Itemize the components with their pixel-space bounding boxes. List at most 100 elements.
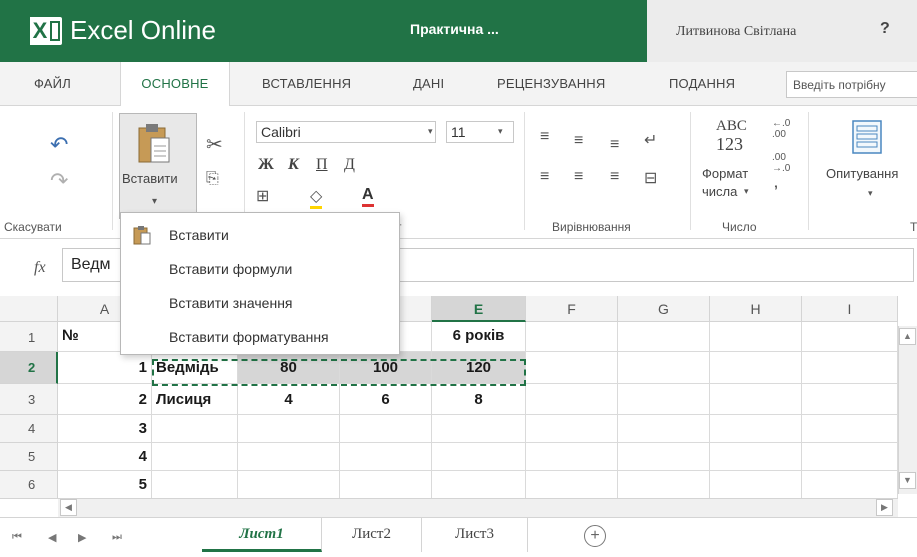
cell-h2[interactable] — [710, 352, 802, 384]
align-middle-icon[interactable]: ≡ — [574, 132, 583, 150]
scroll-right-icon[interactable]: ▶ — [876, 499, 893, 516]
cell-f5[interactable] — [526, 443, 618, 471]
cell-c4[interactable] — [238, 415, 340, 443]
cell-e6[interactable] — [432, 471, 526, 499]
sheet-tab-1[interactable]: Лист1 — [202, 518, 322, 552]
cell-e4[interactable] — [432, 415, 526, 443]
tab-insert[interactable]: ВСТАВЛЕННЯ — [262, 76, 351, 91]
cell-d6[interactable] — [340, 471, 432, 499]
cell-f1[interactable] — [526, 322, 618, 352]
tab-view[interactable]: ПОДАННЯ — [669, 76, 735, 91]
cell-e5[interactable] — [432, 443, 526, 471]
redo-icon[interactable]: ↷ — [50, 168, 68, 194]
cell-i6[interactable] — [802, 471, 898, 499]
decrease-decimal-icon[interactable]: .00 →.0 — [772, 152, 790, 174]
cell-a5[interactable]: 4 — [58, 443, 152, 471]
font-color-icon[interactable]: A — [362, 186, 374, 207]
cell-c5[interactable] — [238, 443, 340, 471]
tell-me-input[interactable]: Введіть потрібну — [786, 71, 917, 98]
menu-item-paste-values[interactable]: Вставити значення — [169, 295, 293, 311]
last-sheet-icon[interactable]: ⏭ — [112, 531, 122, 544]
cell-f6[interactable] — [526, 471, 618, 499]
row-header-5[interactable]: 5 — [0, 443, 58, 471]
cell-f2[interactable] — [526, 352, 618, 384]
cell-a3[interactable]: 2 — [58, 384, 152, 415]
cell-i5[interactable] — [802, 443, 898, 471]
paste-button[interactable]: Вставити ▾ — [119, 113, 197, 219]
chevron-down-icon[interactable]: ▾ — [868, 188, 873, 199]
sheet-tab-3[interactable]: Лист3 — [422, 518, 528, 552]
cell-d5[interactable] — [340, 443, 432, 471]
column-header-i[interactable]: I — [802, 296, 898, 322]
cell-b5[interactable] — [152, 443, 238, 471]
cell-g5[interactable] — [618, 443, 710, 471]
font-name-select[interactable]: Calibri — [256, 121, 436, 143]
cell-e1[interactable]: 6 років — [432, 322, 526, 352]
number-format-label-2[interactable]: числа — [702, 184, 737, 199]
user-name[interactable]: Литвинова Світлана — [676, 24, 796, 40]
menu-item-paste-formatting[interactable]: Вставити форматування — [169, 329, 329, 345]
row-header-6[interactable]: 6 — [0, 471, 58, 499]
cell-i2[interactable] — [802, 352, 898, 384]
cell-b4[interactable] — [152, 415, 238, 443]
select-all-corner[interactable] — [0, 296, 58, 322]
cell-f4[interactable] — [526, 415, 618, 443]
cell-g2[interactable] — [618, 352, 710, 384]
number-format-label-1[interactable]: Формат — [702, 166, 748, 181]
comma-style-icon[interactable]: ’ — [774, 182, 778, 198]
app-title[interactable]: Excel Online — [70, 12, 216, 48]
survey-button[interactable]: Опитування — [826, 166, 898, 181]
increase-decimal-icon[interactable]: ←.0.00 — [772, 118, 790, 140]
cell-h5[interactable] — [710, 443, 802, 471]
cell-a6[interactable]: 5 — [58, 471, 152, 499]
menu-item-paste-formulas[interactable]: Вставити формули — [169, 261, 292, 277]
function-icon[interactable]: fx — [34, 259, 46, 277]
cell-i1[interactable] — [802, 322, 898, 352]
menu-item-paste[interactable]: Вставити — [169, 227, 229, 243]
cell-d4[interactable] — [340, 415, 432, 443]
tab-review[interactable]: РЕЦЕНЗУВАННЯ — [497, 76, 605, 91]
cell-h4[interactable] — [710, 415, 802, 443]
cell-g3[interactable] — [618, 384, 710, 415]
cell-c2[interactable]: 80 — [238, 352, 340, 384]
cell-g1[interactable] — [618, 322, 710, 352]
align-center-icon[interactable]: ≡ — [574, 168, 583, 186]
cell-h3[interactable] — [710, 384, 802, 415]
next-sheet-icon[interactable]: ▶ — [78, 531, 86, 544]
cell-b3[interactable]: Лисиця — [152, 384, 238, 415]
cell-i3[interactable] — [802, 384, 898, 415]
row-header-2[interactable]: 2 — [0, 352, 58, 384]
scroll-left-icon[interactable]: ◀ — [60, 499, 77, 516]
cell-e2[interactable]: 120 — [432, 352, 526, 384]
horizontal-scrollbar[interactable]: ◀ ▶ — [58, 498, 898, 517]
align-top-icon[interactable]: ≡ — [540, 128, 549, 146]
tab-data[interactable]: ДАНІ — [413, 76, 444, 91]
cell-i4[interactable] — [802, 415, 898, 443]
font-dropdown-icon[interactable]: ▾ — [428, 126, 433, 137]
chevron-down-icon[interactable]: ▾ — [744, 186, 749, 197]
double-underline-button[interactable]: Д — [344, 156, 355, 174]
first-sheet-icon[interactable]: ⏮ — [12, 531, 22, 544]
bold-button[interactable]: Ж — [258, 156, 274, 174]
previous-sheet-icon[interactable]: ◀ — [48, 531, 56, 544]
cell-g6[interactable] — [618, 471, 710, 499]
size-dropdown-icon[interactable]: ▾ — [498, 126, 503, 137]
survey-icon[interactable] — [852, 120, 882, 154]
align-right-icon[interactable]: ≡ — [610, 168, 619, 186]
cell-c3[interactable]: 4 — [238, 384, 340, 415]
cell-g4[interactable] — [618, 415, 710, 443]
cell-d2[interactable]: 100 — [340, 352, 432, 384]
underline-button[interactable]: П — [316, 156, 328, 174]
merge-center-icon[interactable]: ⊟ — [644, 168, 657, 188]
column-header-h[interactable]: H — [710, 296, 802, 322]
tab-home[interactable]: ОСНОВНЕ — [120, 62, 230, 107]
column-header-f[interactable]: F — [526, 296, 618, 322]
scroll-up-icon[interactable]: ▲ — [899, 328, 916, 345]
vertical-scrollbar[interactable]: ▲ ▼ — [898, 326, 917, 494]
cell-b2[interactable]: Ведмідь — [152, 352, 238, 384]
font-size-select[interactable]: 11 — [446, 121, 514, 143]
wrap-text-icon[interactable]: ↵ — [644, 130, 657, 150]
cell-c6[interactable] — [238, 471, 340, 499]
italic-button[interactable]: К — [288, 156, 299, 174]
cell-a4[interactable]: 3 — [58, 415, 152, 443]
